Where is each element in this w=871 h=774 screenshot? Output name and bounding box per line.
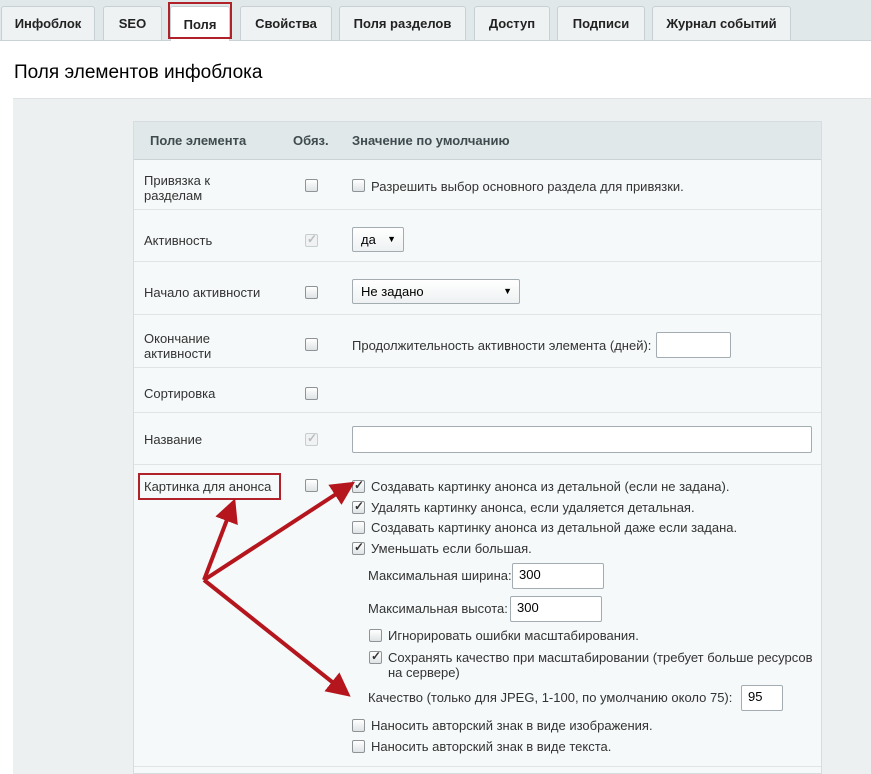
check-icon: ✓ (354, 478, 365, 492)
row-divider (134, 314, 821, 315)
row-divider (134, 412, 821, 413)
tab-infoblock[interactable]: Инфоблок (1, 6, 95, 40)
allow-main-section-checkbox[interactable] (352, 179, 365, 192)
required-checkbox-active: ✓ (305, 232, 318, 247)
header-field: Поле элемента (150, 133, 247, 148)
fields-table: Поле элемента Обяз. Значение по умолчани… (133, 121, 822, 774)
row-divider (134, 209, 821, 210)
create-even-if-set-checkbox[interactable] (352, 521, 365, 534)
ignore-errors-checkbox[interactable] (369, 629, 382, 642)
header-default: Значение по умолчанию (352, 133, 510, 148)
row-divider (134, 367, 821, 368)
max-height-input[interactable]: 300 (510, 596, 602, 622)
create-from-detail-label: Создавать картинку анонса из детальной (… (371, 479, 730, 494)
duration-label: Продолжительность активности элемента (д… (352, 338, 652, 353)
row-divider (134, 464, 821, 465)
row-divider (134, 766, 821, 767)
check-icon: ✓ (354, 499, 365, 513)
quality-input[interactable]: 95 (741, 685, 783, 711)
table-header: Поле элемента Обяз. Значение по умолчани… (134, 122, 821, 160)
tab-fields[interactable]: Поля (170, 6, 230, 41)
watermark-text-label: Наносить авторский знак в виде текста. (371, 739, 612, 754)
dropdown-arrow-icon: ▼ (387, 234, 396, 244)
watermark-text-checkbox[interactable] (352, 740, 365, 753)
ignore-errors-label: Игнорировать ошибки масштабирования. (388, 628, 639, 643)
required-checkbox-sort[interactable] (305, 387, 318, 400)
check-icon: ✓ (307, 232, 318, 246)
row-label-section-link: Привязка к разделам (144, 173, 211, 203)
tab-seo[interactable]: SEO (103, 6, 162, 40)
active-from-select[interactable]: Не задано ▼ (352, 279, 520, 304)
duration-input[interactable] (656, 332, 731, 358)
required-checkbox-section-link[interactable] (305, 179, 318, 192)
delete-with-detail-label: Удалять картинку анонса, если удаляется … (371, 500, 695, 515)
active-from-select-value: Не задано (361, 284, 424, 299)
required-checkbox-active-from[interactable] (305, 286, 318, 299)
delete-with-detail-checkbox[interactable]: ✓ (352, 499, 365, 514)
resize-if-large-checkbox[interactable]: ✓ (352, 540, 365, 555)
max-width-input[interactable]: 300 (512, 563, 604, 589)
required-checkbox-active-to[interactable] (305, 338, 318, 351)
row-label-sort: Сортировка (144, 386, 216, 401)
quality-label: Качество (только для JPEG, 1-100, по умо… (368, 690, 733, 705)
name-default-input[interactable] (352, 426, 812, 453)
row-divider (134, 261, 821, 262)
check-icon: ✓ (307, 431, 318, 445)
row-label-active-from: Начало активности (144, 285, 261, 300)
tab-section-fields[interactable]: Поля разделов (339, 6, 466, 40)
row-label-name: Название (144, 432, 203, 447)
required-checkbox-name: ✓ (305, 431, 318, 446)
create-even-if-set-label: Создавать картинку анонса из детальной д… (371, 520, 738, 535)
row-label-active-to: Окончание активности (144, 331, 212, 361)
keep-quality-checkbox[interactable]: ✓ (369, 649, 382, 664)
check-icon: ✓ (354, 540, 365, 554)
dropdown-arrow-icon: ▼ (503, 286, 512, 296)
header-required: Обяз. (293, 133, 329, 148)
tab-event-log[interactable]: Журнал событий (652, 6, 791, 40)
allow-main-section-label: Разрешить выбор основного раздела для пр… (371, 179, 684, 194)
row-label-preview-picture: Картинка для анонса (144, 479, 272, 494)
watermark-image-label: Наносить авторский знак в виде изображен… (371, 718, 653, 733)
tab-access[interactable]: Доступ (474, 6, 550, 40)
page-title: Поля элементов инфоблока (14, 62, 263, 83)
create-from-detail-checkbox[interactable]: ✓ (352, 478, 365, 493)
tab-captions[interactable]: Подписи (557, 6, 645, 40)
resize-if-large-label: Уменьшать если большая. (371, 541, 532, 556)
tab-properties[interactable]: Свойства (240, 6, 332, 40)
required-checkbox-preview-picture[interactable] (305, 479, 318, 492)
tab-bar: Инфоблок SEO Поля Свойства Поля разделов… (0, 0, 871, 41)
check-icon: ✓ (371, 649, 382, 663)
max-height-label: Максимальная высота: (368, 601, 508, 616)
watermark-image-checkbox[interactable] (352, 719, 365, 732)
keep-quality-label-line2: на сервере) (388, 665, 460, 680)
active-select-value: да (361, 232, 376, 247)
active-select[interactable]: да ▼ (352, 227, 404, 252)
keep-quality-label-line1: Сохранять качество при масштабировании (… (388, 650, 813, 665)
row-label-active: Активность (144, 233, 213, 248)
max-width-label: Максимальная ширина: (368, 568, 512, 583)
